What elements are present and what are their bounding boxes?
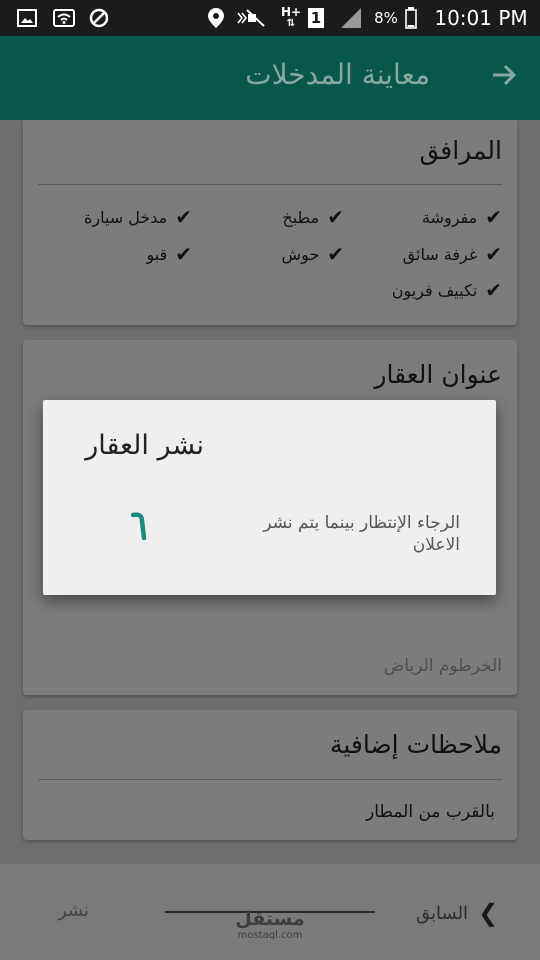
- divider: [38, 779, 502, 780]
- notes-card: ملاحظات إضافية بالقرب من المطار: [23, 710, 517, 840]
- muted-icon: [236, 7, 266, 29]
- publishing-dialog: نشر العقار الرجاء الإنتظار بينما يتم نشر…: [43, 400, 496, 595]
- divider: [38, 184, 502, 185]
- check-icon: ✔: [175, 205, 192, 229]
- blocked-icon: [88, 7, 110, 29]
- check-icon: ✔: [327, 205, 344, 229]
- check-icon: ✔: [175, 242, 192, 266]
- amenity-item: ✔ حوش: [281, 242, 344, 266]
- notes-value: بالقرب من المطار: [366, 802, 495, 822]
- clock: 10:01 PM: [434, 6, 528, 30]
- arrow-right-icon[interactable]: [486, 60, 522, 96]
- amenity-item: ✔ تكييف فريون: [391, 278, 502, 302]
- signal-icon: [338, 7, 364, 29]
- image-icon: [16, 7, 38, 29]
- page-title: معاينة المدخلات: [245, 58, 430, 91]
- watermark-logo: مستقل mostaql.com: [235, 908, 305, 941]
- data-arrows-icon: ⇅: [286, 18, 296, 29]
- battery-icon: [404, 7, 418, 29]
- address-title: عنوان العقار: [374, 360, 502, 389]
- address-value: الخرطوم الرياض: [383, 656, 502, 676]
- check-icon: ✔: [485, 205, 502, 229]
- amenities-title: المرافق: [419, 136, 502, 165]
- status-bar: H+ ⇅ 1 8% 10:01 PM: [0, 0, 540, 36]
- wifi-icon: [52, 7, 76, 29]
- chevron-right-icon: ❯: [478, 899, 499, 927]
- notes-title: ملاحظات إضافية: [329, 730, 502, 759]
- bottom-navigation: ❯ السابق مستقل mostaql.com نشر: [0, 864, 540, 960]
- dialog-message: الرجاء الإنتظار بينما يتم نشر الاعلان: [263, 513, 460, 555]
- app-bar: معاينة المدخلات: [0, 36, 540, 120]
- amenity-item: ✔ مدخل سيارة: [83, 205, 192, 229]
- amenities-card: المرافق ✔ مفروشة ✔ مطبخ ✔ مدخل سيارة ✔ غ…: [23, 120, 517, 325]
- amenity-item: ✔ قبو: [146, 242, 192, 266]
- amenity-item: ✔ غرفة سائق: [402, 242, 502, 266]
- amenity-item: ✔ مطبخ: [282, 205, 344, 229]
- previous-button[interactable]: ❯ السابق: [416, 898, 498, 928]
- sim-1-icon: 1: [307, 7, 325, 29]
- check-icon: ✔: [327, 242, 344, 266]
- location-icon: [206, 7, 226, 29]
- check-icon: ✔: [485, 278, 502, 302]
- loading-spinner: [121, 505, 161, 545]
- battery-text: 8%: [374, 9, 398, 27]
- network-h-plus-icon: H+ ⇅: [280, 5, 302, 29]
- dialog-title: نشر العقار: [85, 430, 204, 461]
- publish-button[interactable]: نشر: [58, 900, 89, 921]
- amenity-item: ✔ مفروشة: [422, 205, 502, 229]
- check-icon: ✔: [485, 242, 502, 266]
